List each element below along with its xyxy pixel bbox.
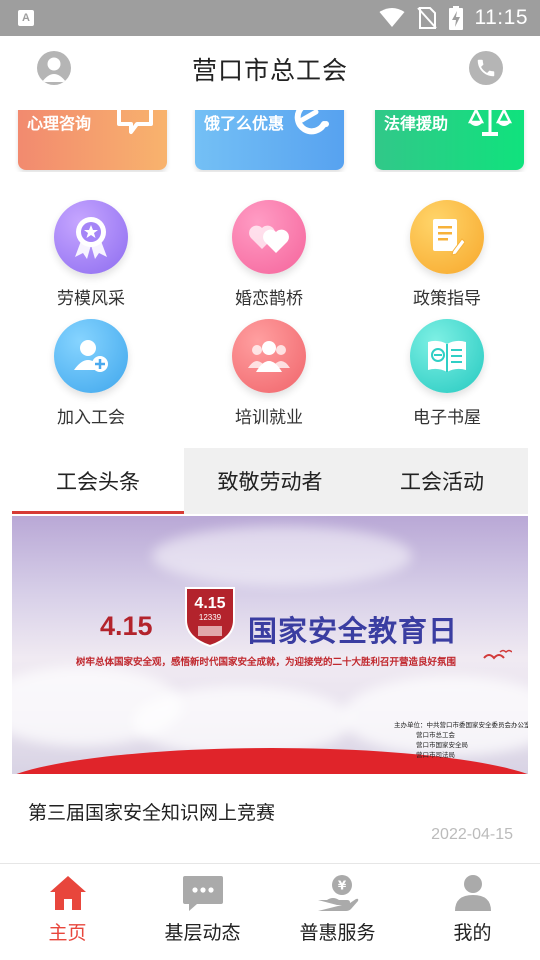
grid-label: 电子书屋	[413, 408, 481, 428]
badge-code: 12339	[199, 613, 222, 622]
scales-icon	[468, 110, 512, 136]
nav-mine[interactable]: 我的	[405, 864, 540, 960]
cloud-shape	[132, 686, 352, 756]
clock: 11:15	[474, 6, 528, 29]
nav-label: 我的	[453, 922, 492, 944]
user-avatar-icon[interactable]	[37, 51, 71, 85]
service-cards: 心理咨询 饿了么优惠 法律援助	[0, 110, 540, 172]
speech-heart-icon	[117, 110, 153, 134]
grid-item-ebook-house[interactable]: 电子书屋	[387, 319, 507, 428]
organizer-line: 营口市国家安全局	[416, 741, 468, 749]
home-icon	[49, 876, 86, 910]
card-label: 法律援助	[384, 114, 449, 133]
no-sim-icon	[416, 7, 437, 29]
grid-item-join-union[interactable]: 加入工会	[31, 319, 151, 428]
birds-icon	[483, 649, 512, 660]
tab-union-activities[interactable]: 工会活动	[356, 448, 528, 514]
app-screen: A 11:15 营口市总工会 心理咨询 饿了么优惠 法律援助 劳模风采 婚恋鹊桥…	[0, 0, 540, 960]
card-label: 饿了么优惠	[204, 114, 285, 133]
nav-grassroots[interactable]: 基层动态	[135, 864, 270, 960]
hand-money-icon: ¥	[317, 875, 358, 911]
organizer-line: 营口市总工会	[416, 731, 455, 739]
user-icon	[454, 875, 491, 911]
app-header: 营口市总工会	[0, 36, 540, 102]
date-mark: 4.15	[100, 611, 153, 641]
document-icon	[410, 200, 484, 274]
grid-item-model-workers[interactable]: 劳模风采	[31, 200, 151, 309]
banner-headline: 国家安全教育日	[248, 614, 459, 648]
news-tabs: 工会头条 致敬劳动者 工会活动	[12, 448, 528, 514]
wifi-icon	[379, 8, 404, 27]
security-shield-icon: 4.15 12339	[185, 587, 235, 648]
medal-icon	[54, 200, 128, 274]
nav-benefits[interactable]: ¥ 普惠服务	[270, 864, 405, 960]
nav-label: 普惠服务	[299, 922, 376, 944]
banner-subline: 树牢总体国家安全观，感悟新时代国家安全成就，为迎接党的二十大胜利召开营造良好氛围	[76, 657, 457, 668]
notification-icon: A	[18, 10, 34, 26]
cloud-shape	[152, 526, 412, 586]
eleme-icon	[294, 110, 329, 135]
grid-label: 加入工会	[57, 408, 125, 428]
organizer-list: 主办单位：中共营口市委国家安全委员会办公室 营口市总工会 营口市国家安全局 营口…	[394, 720, 528, 760]
card-eleme-discount[interactable]: 饿了么优惠	[195, 110, 344, 170]
card-psych-consult[interactable]: 心理咨询	[18, 110, 167, 170]
hearts-icon	[232, 200, 306, 274]
organizer-line: 主办单位：中共营口市委国家安全委员会办公室	[394, 721, 528, 729]
news-date: 2022-04-15	[431, 826, 513, 843]
nav-label: 基层动态	[164, 922, 241, 944]
phone-icon[interactable]	[469, 51, 503, 85]
bottom-nav: 主页 基层动态 ¥ 普惠服务 我的	[0, 863, 540, 960]
ebook-icon	[410, 319, 484, 393]
nav-label: 主页	[48, 922, 87, 944]
page-title: 营口市总工会	[191, 56, 348, 85]
grid-label: 培训就业	[235, 408, 303, 428]
news-banner-image[interactable]: 4.15 4.15 12339 国家安全教育日 树牢总体国家安全观，感悟新时代国…	[12, 516, 528, 774]
badge-number: 4.15	[194, 595, 225, 612]
svg-text:¥: ¥	[337, 879, 346, 893]
grid-label: 婚恋鹊桥	[235, 289, 303, 309]
tab-salute-workers[interactable]: 致敬劳动者	[184, 448, 356, 514]
card-legal-aid[interactable]: 法律援助	[375, 110, 524, 170]
grid-item-matchmaking[interactable]: 婚恋鹊桥	[209, 200, 329, 309]
status-bar: A 11:15	[0, 0, 540, 36]
grid-item-training-jobs[interactable]: 培训就业	[209, 319, 329, 428]
battery-charging-icon	[448, 6, 463, 30]
people-icon	[232, 319, 306, 393]
grid-label: 政策指导	[413, 289, 481, 309]
organizer-line: 营口市司法局	[416, 751, 455, 759]
tab-union-headlines[interactable]: 工会头条	[12, 448, 184, 514]
card-label: 心理咨询	[27, 114, 92, 133]
nav-home[interactable]: 主页	[0, 864, 135, 960]
add-person-icon	[54, 319, 128, 393]
grid-label: 劳模风采	[57, 289, 125, 309]
chat-bubble-icon	[182, 876, 223, 911]
grid-item-policy-guide[interactable]: 政策指导	[387, 200, 507, 309]
news-title[interactable]: 第三届国家安全知识网上竞赛	[28, 798, 275, 825]
